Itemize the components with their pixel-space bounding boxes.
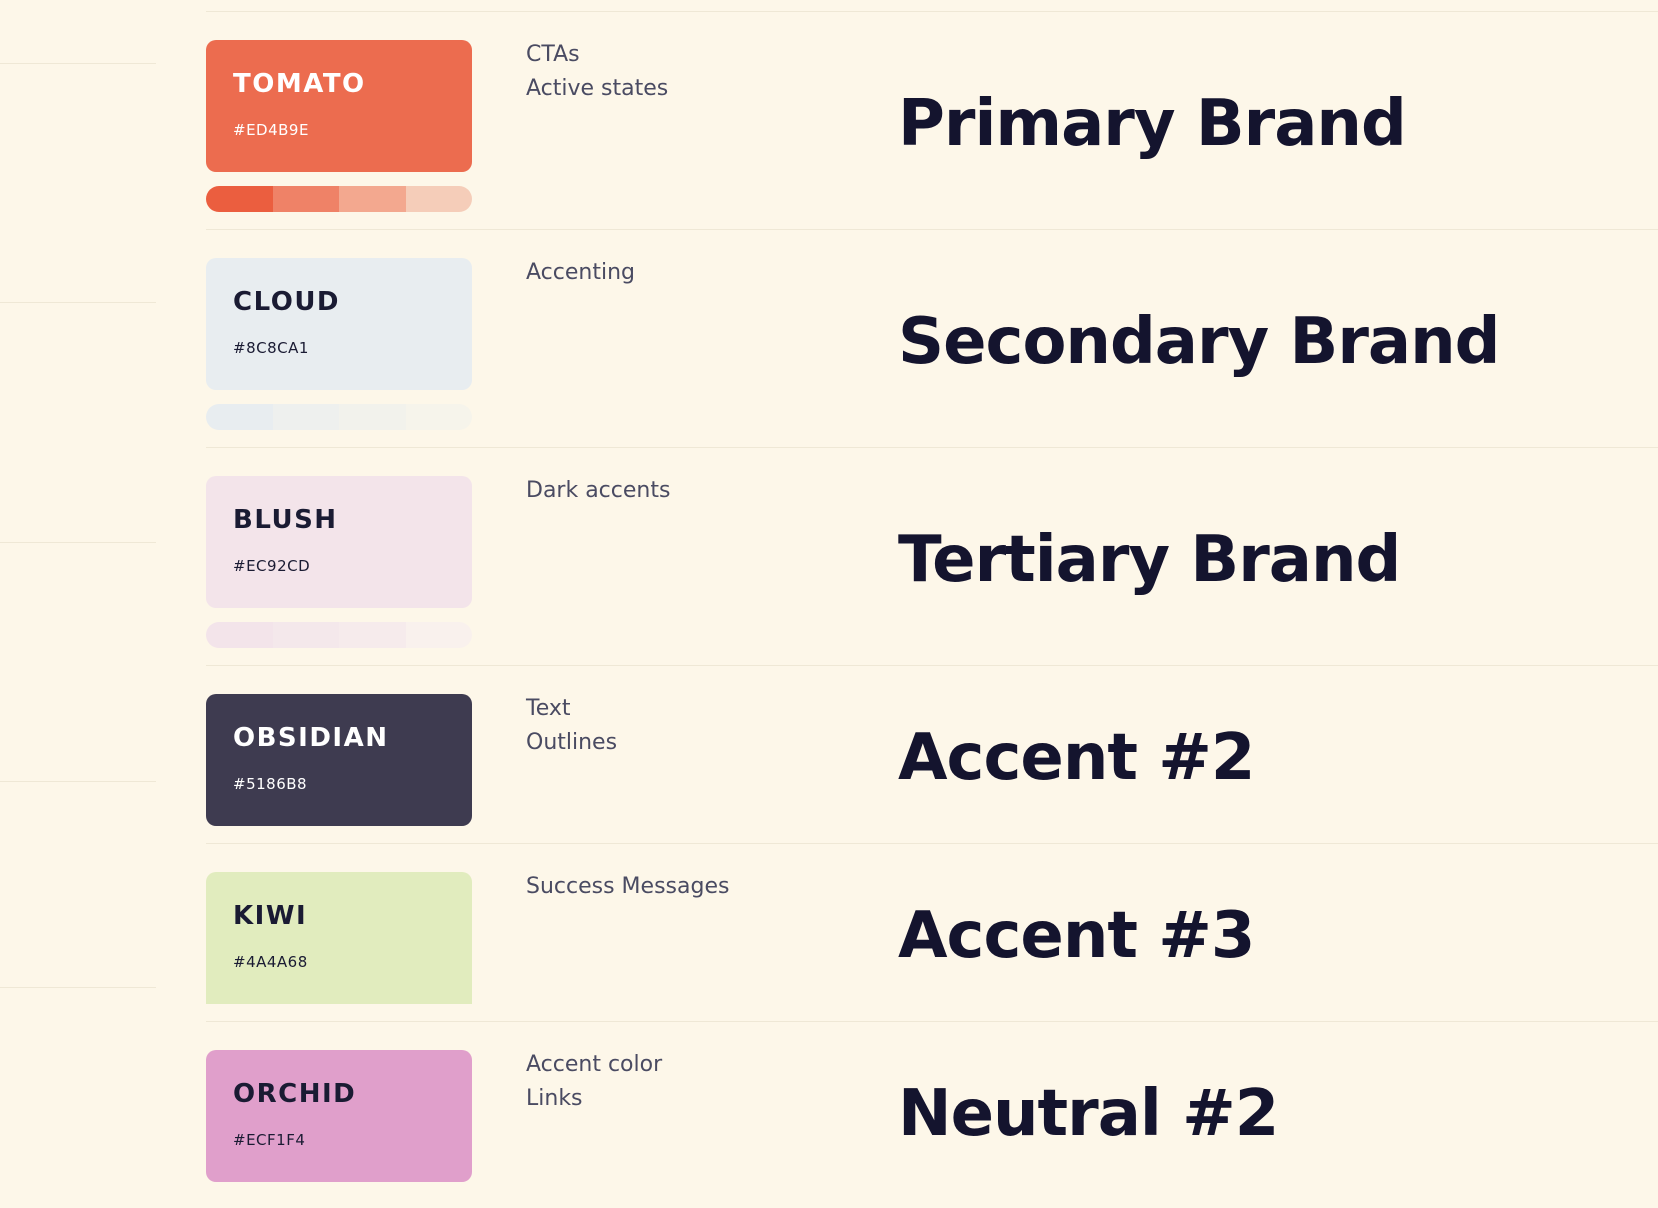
usage-item: Success Messages bbox=[526, 874, 730, 899]
swatch-hex-code: #4A4A68 bbox=[233, 953, 308, 971]
swatch-hex-code: #EC92CD bbox=[233, 557, 311, 575]
tint-step bbox=[206, 404, 273, 430]
usage-item: Active states bbox=[526, 76, 669, 101]
usage-item: Text bbox=[526, 696, 571, 721]
swatch-hex-code: #ECF1F4 bbox=[233, 1131, 306, 1149]
swatch-name: KIWI bbox=[233, 901, 308, 931]
tint-step bbox=[272, 186, 339, 212]
tint-scale bbox=[206, 404, 472, 430]
swatch-card[interactable]: OBSIDIAN #5186B8 bbox=[206, 694, 472, 826]
usage-item: Accent color bbox=[526, 1052, 663, 1077]
color-row-kiwi: KIWI #4A4A68 Success Messages Accent #3 bbox=[0, 844, 1658, 1021]
color-row-blush: BLUSH #EC92CD Dark accents Tertiary Bran… bbox=[0, 448, 1658, 665]
usage-item: CTAs bbox=[526, 42, 580, 67]
role-title: Secondary Brand bbox=[898, 305, 1500, 379]
tint-scale bbox=[206, 186, 472, 212]
usage-list: Accenting bbox=[526, 256, 635, 290]
tint-step bbox=[206, 186, 273, 212]
color-row-obsidian: OBSIDIAN #5186B8 Text Outlines Accent #2 bbox=[0, 666, 1658, 843]
role-title: Primary Brand bbox=[898, 87, 1407, 161]
usage-list: Success Messages bbox=[526, 870, 729, 904]
role-title: Tertiary Brand bbox=[898, 523, 1401, 597]
tint-step bbox=[206, 622, 273, 648]
swatch-card[interactable]: ORCHID #ECF1F4 bbox=[206, 1050, 472, 1182]
swatch-hex-code: #ED4B9E bbox=[233, 121, 309, 139]
swatch-card[interactable]: BLUSH #EC92CD bbox=[206, 476, 472, 608]
swatch-name: TOMATO bbox=[233, 69, 366, 99]
swatch-card[interactable]: CLOUD #8C8CA1 bbox=[206, 258, 472, 390]
usage-item: Dark accents bbox=[526, 478, 671, 503]
role-title: Accent #3 bbox=[898, 899, 1255, 973]
tint-step bbox=[339, 186, 406, 212]
swatch-name: BLUSH bbox=[233, 505, 338, 535]
color-row-cloud: CLOUD #8C8CA1 Accenting Secondary Brand bbox=[0, 230, 1658, 447]
role-title: Neutral #2 bbox=[898, 1077, 1279, 1151]
swatch-hex-code: #8C8CA1 bbox=[233, 339, 309, 357]
swatch-card[interactable]: KIWI #4A4A68 bbox=[206, 872, 472, 1004]
tint-step bbox=[405, 186, 472, 212]
tint-step bbox=[339, 622, 406, 648]
tint-step bbox=[339, 404, 406, 430]
tint-step bbox=[272, 622, 339, 648]
usage-list: Accent color Links bbox=[526, 1048, 662, 1116]
usage-list: Dark accents bbox=[526, 474, 670, 508]
tint-scale bbox=[206, 622, 472, 648]
usage-list: CTAs Active states bbox=[526, 38, 668, 106]
usage-list: Text Outlines bbox=[526, 692, 617, 760]
color-row-tomato: TOMATO #ED4B9E CTAs Active states Primar… bbox=[0, 12, 1658, 229]
usage-item: Accenting bbox=[526, 260, 635, 285]
color-row-orchid: ORCHID #ECF1F4 Accent color Links Neutra… bbox=[0, 1022, 1658, 1208]
usage-item: Links bbox=[526, 1086, 583, 1111]
swatch-card[interactable]: TOMATO #ED4B9E bbox=[206, 40, 472, 172]
swatch-hex-code: #5186B8 bbox=[233, 775, 308, 793]
tint-step bbox=[272, 404, 339, 430]
tint-step bbox=[405, 622, 472, 648]
role-title: Accent #2 bbox=[898, 721, 1255, 795]
tint-step bbox=[405, 404, 472, 430]
swatch-name: CLOUD bbox=[233, 287, 341, 317]
swatch-name: ORCHID bbox=[233, 1079, 357, 1109]
usage-item: Outlines bbox=[526, 730, 618, 755]
swatch-name: OBSIDIAN bbox=[233, 723, 389, 753]
